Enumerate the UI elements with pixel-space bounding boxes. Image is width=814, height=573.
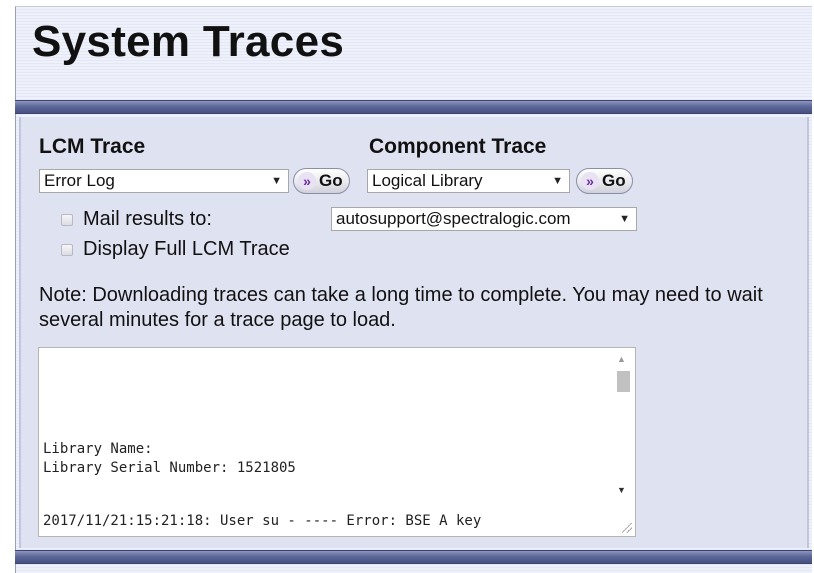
double-chevron-right-icon: » [581, 172, 599, 190]
component-trace-go-button[interactable]: » Go [576, 168, 633, 194]
lcm-trace-select[interactable]: Error Log ▼ [39, 169, 289, 193]
resize-handle-icon[interactable] [622, 523, 632, 533]
mail-results-label: Mail results to: [83, 208, 212, 230]
trace-line-library-name: Library Name: [43, 441, 153, 457]
component-trace-selected-value: Logical Library [372, 171, 483, 190]
full-lcm-trace-label: Display Full LCM Trace [83, 238, 290, 260]
component-trace-heading: Component Trace [369, 135, 547, 158]
scroll-up-arrow-icon[interactable]: ▲ [617, 354, 626, 364]
trace-line-error: 2017/11/21:15:21:18: User su - ---- Erro… [43, 513, 482, 529]
dropdown-arrow-icon: ▼ [552, 175, 563, 187]
trace-output-textarea[interactable]: Library Name: Library Serial Number: 152… [38, 347, 636, 537]
component-trace-select[interactable]: Logical Library ▼ [367, 169, 570, 193]
header-bar [15, 100, 812, 114]
trace-output-scrollbar[interactable]: ▲ ▼ [611, 348, 635, 506]
full-lcm-trace-checkbox[interactable] [61, 244, 73, 256]
dropdown-arrow-icon: ▼ [619, 213, 630, 225]
page-title: System Traces [32, 17, 345, 66]
mail-address-select[interactable]: autosupport@spectralogic.com ▼ [331, 207, 637, 231]
trace-line-serial-number: Library Serial Number: 1521805 [43, 460, 296, 476]
traces-panel: LCM Trace Error Log ▼ » Go Component Tra… [19, 117, 809, 548]
double-chevron-right-icon: » [298, 172, 316, 190]
go-button-label: Go [602, 171, 626, 190]
footer-bar [15, 550, 812, 564]
lcm-trace-heading: LCM Trace [39, 135, 146, 158]
go-button-label: Go [319, 171, 343, 190]
scroll-down-arrow-icon[interactable]: ▼ [617, 485, 626, 495]
lcm-trace-selected-value: Error Log [44, 171, 115, 190]
dropdown-arrow-icon: ▼ [271, 175, 282, 187]
download-note: Note: Downloading traces can take a long… [39, 284, 763, 331]
mail-address-selected-value: autosupport@spectralogic.com [336, 209, 571, 228]
lcm-trace-go-button[interactable]: » Go [293, 168, 350, 194]
scroll-thumb[interactable] [617, 371, 630, 392]
mail-results-checkbox[interactable] [61, 214, 73, 226]
